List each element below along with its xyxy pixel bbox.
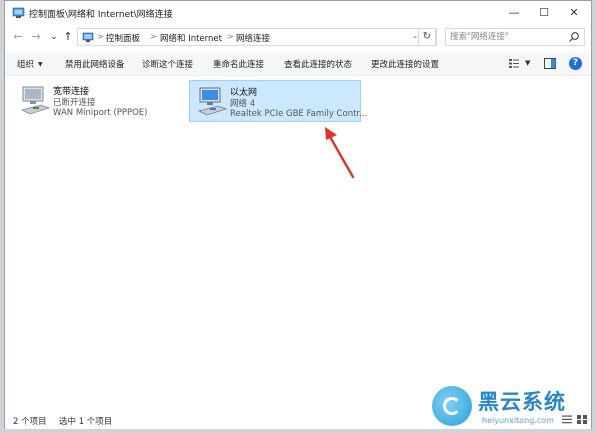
connection-status: 网络 4 (230, 99, 256, 109)
connection-status: 已断开连接 (53, 98, 96, 108)
breadcrumb-network-internet[interactable]: 网络和 Internet (160, 32, 222, 44)
selected-count: 选中 1 个项目 (59, 417, 113, 427)
diagnose-button[interactable]: 诊断这个连接 (142, 58, 193, 70)
breadcrumb-separator: > (97, 32, 104, 41)
organize-label: 组织 (17, 60, 35, 70)
view-options-icon[interactable] (508, 58, 520, 69)
refresh-button[interactable]: ↻ (418, 28, 436, 46)
maximize-button[interactable]: ☐ (529, 1, 559, 25)
connection-item-broadband[interactable]: 宽带连接 已断开连接 WAN Miniport (PPPOE) (13, 80, 183, 122)
control-panel-icon (12, 7, 25, 18)
back-button[interactable]: ← (11, 30, 25, 44)
address-row: ← → ⌄ ↑ > 控制面板 > 网络和 Internet > 网络连接 ⌄ ↻ (5, 25, 591, 51)
command-bar: 组织 ▼ 禁用此网络设备 诊断这个连接 重命名此连接 查看此连接的状态 更改此连接… (5, 53, 591, 76)
watermark-logo-icon (432, 386, 472, 426)
up-button[interactable]: ↑ (61, 30, 75, 44)
breadcrumb-separator: > (150, 32, 157, 41)
help-icon[interactable]: ? (569, 57, 582, 70)
change-settings-button[interactable]: 更改此连接的设置 (371, 58, 439, 70)
item-count: 2 个项目 (13, 417, 47, 427)
search-box[interactable] (445, 28, 585, 46)
search-input[interactable] (450, 30, 560, 44)
disable-device-button[interactable]: 禁用此网络设备 (65, 58, 125, 70)
chevron-down-icon: ▼ (38, 61, 43, 68)
connections-list: 宽带连接 已断开连接 WAN Miniport (PPPOE) 以太网 网络 4… (5, 76, 591, 408)
broadband-connection-icon (20, 86, 51, 115)
ethernet-connection-icon (197, 87, 228, 116)
network-connections-window: 控制面板\网络和 Internet\网络连接 — ☐ ✕ ← → ⌄ ↑ > 控… (4, 0, 592, 429)
address-bar[interactable]: > 控制面板 > 网络和 Internet > 网络连接 ⌄ (77, 28, 437, 46)
connection-item-ethernet[interactable]: 以太网 网络 4 Realtek PCIe GBE Family Contr..… (189, 80, 367, 122)
minimize-button[interactable]: — (499, 1, 529, 25)
search-icon[interactable] (568, 31, 580, 43)
title-bar: 控制面板\网络和 Internet\网络连接 — ☐ ✕ (5, 1, 591, 25)
window-title: 控制面板\网络和 Internet\网络连接 (29, 10, 173, 20)
organize-button[interactable]: 组织 ▼ (17, 58, 43, 70)
watermark-url: heiyunxitong.com (482, 416, 554, 425)
preview-pane-icon[interactable] (544, 58, 556, 69)
watermark-title: 黑云系统 (478, 390, 566, 414)
close-button[interactable]: ✕ (559, 1, 589, 25)
connection-device: WAN Miniport (PPPOE) (53, 108, 148, 118)
rename-button[interactable]: 重命名此连接 (213, 58, 264, 70)
recent-locations-button[interactable]: ⌄ (47, 30, 61, 44)
forward-button[interactable]: → (29, 30, 43, 44)
watermark: 黑云系统 heiyunxitong.com (432, 386, 592, 430)
breadcrumb-network-connections[interactable]: 网络连接 (236, 32, 270, 44)
connection-device: Realtek PCIe GBE Family Contr... (230, 109, 368, 119)
view-dropdown-icon[interactable]: ▼ (525, 59, 530, 67)
breadcrumb-control-panel[interactable]: 控制面板 (106, 32, 140, 44)
annotation-arrow-icon (325, 127, 355, 179)
breadcrumb-separator: > (227, 32, 234, 41)
view-status-button[interactable]: 查看此连接的状态 (284, 58, 352, 70)
control-panel-icon (82, 32, 94, 42)
